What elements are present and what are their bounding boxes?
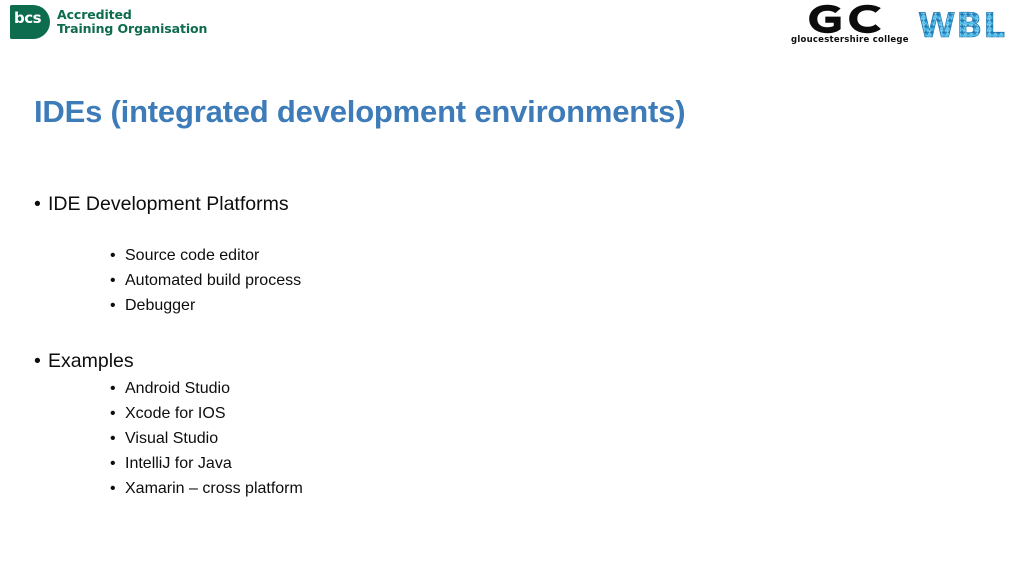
wbl-wordmark-icon: WBL [918, 6, 1006, 47]
list-item: • Xcode for IOS [110, 401, 833, 426]
bullet-dot-icon: • [110, 405, 116, 422]
list-item-label: IDE Development Platforms [48, 193, 289, 215]
list-item: • Visual Studio [110, 426, 833, 451]
list-item-label: IntelliJ for Java [125, 455, 232, 472]
bullet-dot-icon: • [110, 430, 116, 447]
gc-monogram-icon [809, 4, 881, 34]
bullet-list: • IDE Development Platforms • Source cod… [33, 192, 833, 501]
list-item: • IntelliJ for Java [110, 451, 833, 476]
list-item: • Source code editor [110, 243, 833, 268]
list-item: • Automated build process [110, 268, 833, 293]
slide-canvas: bcs Accredited Training Organisation glo… [0, 0, 1024, 576]
bullet-dot-icon: • [34, 193, 41, 215]
bcs-wordmark: bcs [14, 9, 42, 27]
sub-bullet-list-examples: • Android Studio • Xcode for IOS • Visua… [79, 376, 833, 501]
bullet-dot-icon: • [110, 380, 116, 397]
bcs-shield-icon: bcs [10, 5, 50, 39]
bullet-dot-icon: • [110, 455, 116, 472]
list-item-label: Automated build process [125, 272, 302, 289]
list-item-label: Examples [48, 350, 134, 372]
bullet-dot-icon: • [110, 272, 116, 289]
page-title: IDEs (integrated development environment… [34, 94, 686, 129]
gloucestershire-college-caption: gloucestershire college [791, 35, 909, 45]
bcs-training-organisation-line: Training Organisation [57, 20, 208, 36]
list-item-label: Android Studio [125, 380, 230, 397]
list-item-examples: • Examples • Android Studio • Xcode for … [33, 349, 833, 501]
list-item: • Xamarin – cross platform [110, 476, 833, 501]
slide-body: • IDE Development Platforms • Source cod… [33, 192, 833, 501]
sub-bullet-list-platforms: • Source code editor • Automated build p… [79, 243, 833, 318]
list-item: • Debugger [110, 293, 833, 318]
wbl-logo: WBL [916, 3, 1020, 47]
gloucestershire-college-logo: gloucestershire college [791, 4, 909, 45]
list-item: • Android Studio [110, 376, 833, 401]
bcs-accreditation-text: Accredited Training Organisation [57, 5, 207, 35]
list-item-label: Xamarin – cross platform [125, 480, 303, 497]
bcs-accredited-line: Accredited [57, 7, 132, 22]
bullet-dot-icon: • [110, 247, 116, 264]
bcs-accredited-training-organisation-logo: bcs Accredited Training Organisation [10, 5, 207, 39]
list-item-label: Debugger [125, 297, 196, 314]
list-item-platforms: • IDE Development Platforms • Source cod… [33, 192, 833, 318]
list-item-label: Xcode for IOS [125, 405, 226, 422]
logo-band: bcs Accredited Training Organisation glo… [0, 0, 1024, 56]
svg-text:WBL: WBL [918, 6, 1006, 46]
bullet-dot-icon: • [110, 480, 116, 497]
list-item-label: Visual Studio [125, 430, 219, 447]
list-item-label: Source code editor [125, 247, 260, 264]
bullet-dot-icon: • [110, 297, 116, 314]
bullet-dot-icon: • [34, 350, 41, 372]
